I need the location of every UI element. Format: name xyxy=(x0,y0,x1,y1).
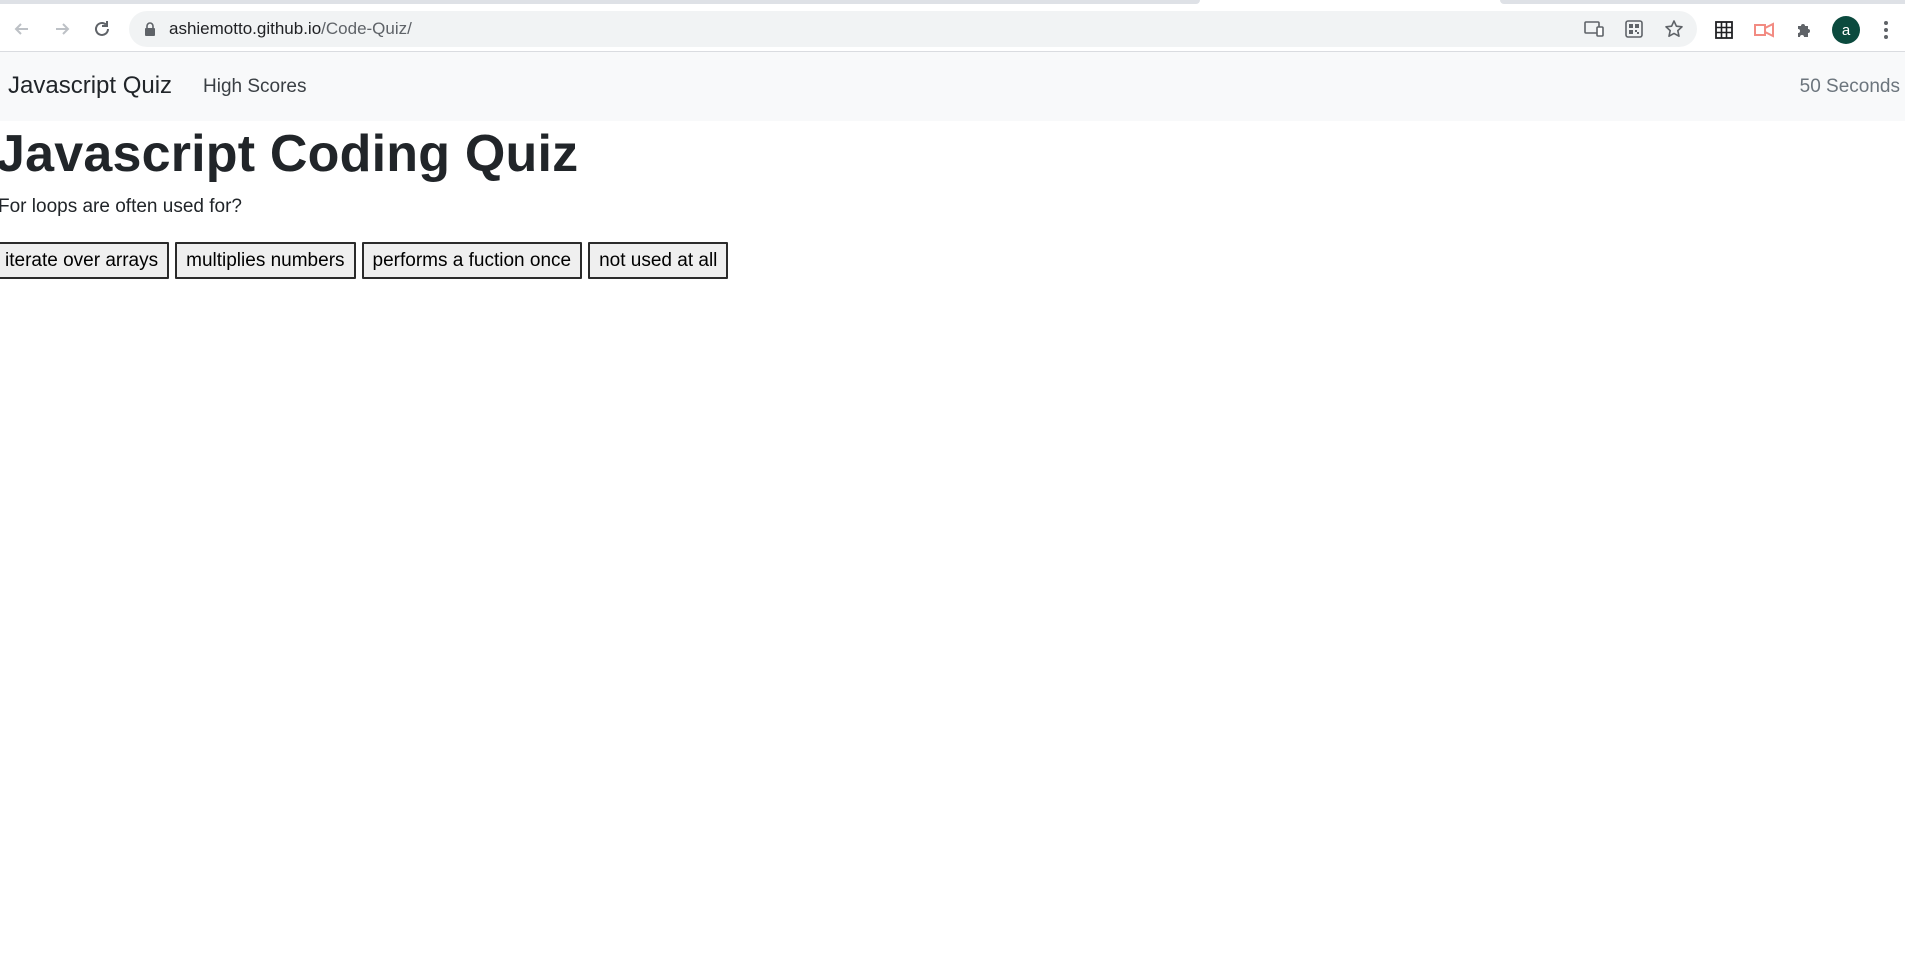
screencast-extension-icon[interactable] xyxy=(1752,18,1776,42)
cast-icon[interactable] xyxy=(1583,18,1605,40)
question-text: For loops are often used for? xyxy=(0,196,242,217)
answer-button[interactable]: multiplies numbers xyxy=(175,242,356,279)
profile-avatar[interactable]: a xyxy=(1832,16,1860,44)
puzzle-icon[interactable] xyxy=(1792,18,1816,42)
forward-arrow-icon[interactable] xyxy=(42,9,82,49)
high-scores-link[interactable]: High Scores xyxy=(203,76,307,98)
grid-extension-icon[interactable] xyxy=(1712,18,1736,42)
browser-toolbar: ashiemotto.github.io/Code-Quiz/ a xyxy=(0,6,1905,52)
answer-choices: iterate over arrays multiplies numbers p… xyxy=(0,242,729,279)
avatar-letter: a xyxy=(1841,21,1851,39)
back-arrow-icon[interactable] xyxy=(2,9,42,49)
qr-code-icon[interactable] xyxy=(1623,18,1645,40)
reload-icon[interactable] xyxy=(82,9,122,49)
page-title: Javascript Coding Quiz xyxy=(0,125,579,183)
quiz-timer: 50 Seconds xyxy=(1799,76,1900,97)
star-icon[interactable] xyxy=(1663,18,1685,40)
tab-strip-segment xyxy=(0,0,1200,4)
lock-icon[interactable] xyxy=(143,21,157,37)
url-path: /Code-Quiz/ xyxy=(321,19,412,38)
answer-button[interactable]: not used at all xyxy=(588,242,729,279)
tab-strip-segment xyxy=(1500,0,1905,4)
address-bar[interactable]: ashiemotto.github.io/Code-Quiz/ xyxy=(129,11,1697,47)
url-text[interactable]: ashiemotto.github.io/Code-Quiz/ xyxy=(169,19,412,39)
answer-button[interactable]: performs a fuction once xyxy=(361,242,583,279)
url-host: ashiemotto.github.io xyxy=(169,19,322,38)
more-vert-icon[interactable] xyxy=(1875,17,1897,43)
navbar-brand[interactable]: Javascript Quiz xyxy=(8,72,172,100)
answer-button[interactable]: iterate over arrays xyxy=(0,242,170,279)
site-navbar: Javascript Quiz High Scores 50 Seconds xyxy=(0,52,1905,121)
